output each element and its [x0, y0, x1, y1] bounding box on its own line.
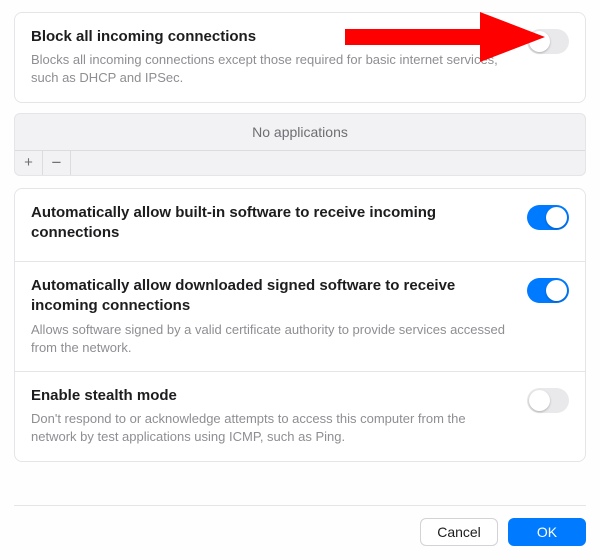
stealth-title: Enable stealth mode — [31, 386, 513, 406]
auto-signed-row: Automatically allow downloaded signed so… — [31, 276, 569, 357]
auto-builtin-row: Automatically allow built-in software to… — [31, 203, 569, 248]
cancel-button[interactable]: Cancel — [420, 518, 498, 546]
auto-builtin-title: Automatically allow built-in software to… — [31, 203, 513, 244]
remove-application-button[interactable]: − — [43, 151, 71, 175]
auto-builtin-toggle[interactable] — [527, 205, 569, 230]
block-all-toggle[interactable] — [527, 29, 569, 54]
divider — [15, 261, 585, 262]
applications-empty-label: No applications — [15, 114, 585, 150]
auto-signed-desc: Allows software signed by a valid certif… — [31, 321, 513, 357]
auto-signed-title: Automatically allow downloaded signed so… — [31, 276, 513, 317]
block-all-desc: Blocks all incoming connections except t… — [31, 51, 513, 87]
block-all-row: Block all incoming connections Blocks al… — [31, 27, 569, 88]
auto-signed-toggle[interactable] — [527, 278, 569, 303]
stealth-toggle[interactable] — [527, 388, 569, 413]
stealth-row: Enable stealth mode Don't respond to or … — [31, 386, 569, 447]
block-all-title: Block all incoming connections — [31, 27, 513, 47]
applications-toolbar: + − — [15, 150, 585, 175]
ok-button[interactable]: OK — [508, 518, 586, 546]
add-application-button[interactable]: + — [15, 151, 43, 175]
applications-section: No applications + − — [14, 113, 586, 176]
dialog-footer: Cancel OK — [14, 505, 586, 546]
firewall-options-pane: Block all incoming connections Blocks al… — [0, 0, 600, 560]
divider — [15, 371, 585, 372]
block-all-section: Block all incoming connections Blocks al… — [14, 12, 586, 103]
options-group: Automatically allow built-in software to… — [14, 188, 586, 462]
stealth-desc: Don't respond to or acknowledge attempts… — [31, 410, 513, 446]
